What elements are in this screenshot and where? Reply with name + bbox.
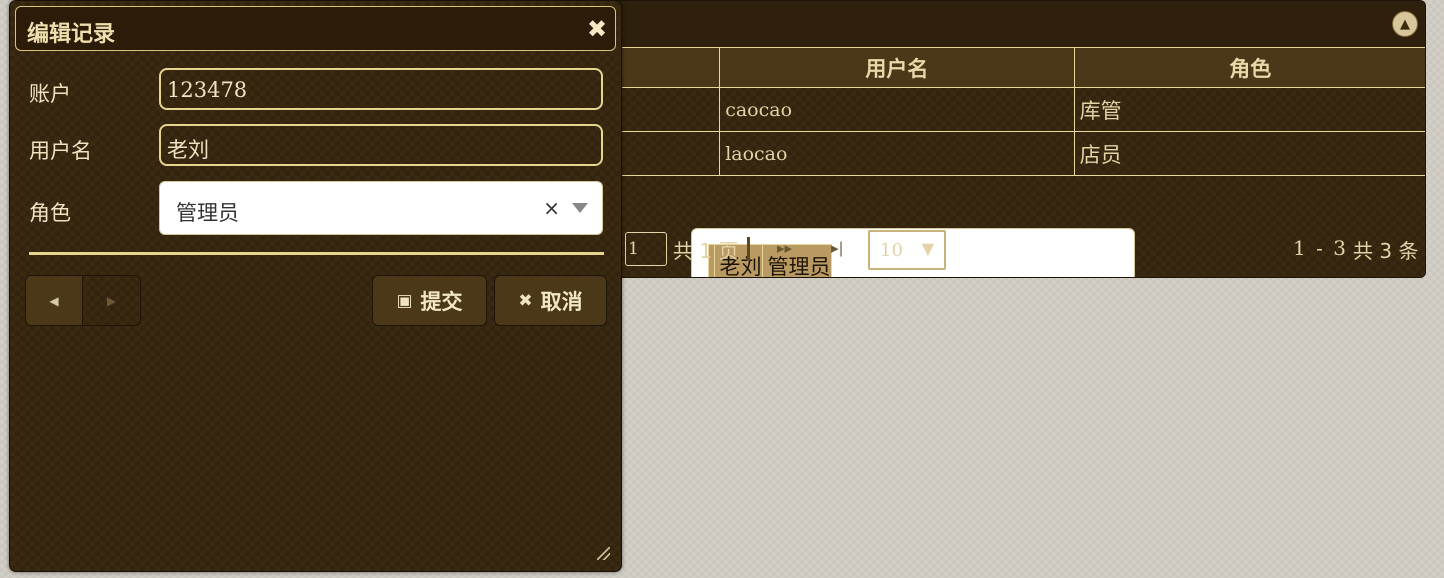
page-size-select[interactable]: 10 ▼ [868, 230, 946, 270]
data-grid: ▲ 用户名 角色 caocao 库管 laocao 店员 老刘 管理员 1 共 … [540, 0, 1426, 278]
submit-label: 提交 [420, 289, 463, 314]
record-range: 1 - 3 [1293, 236, 1348, 260]
submit-button[interactable]: ▣ 提交 [372, 275, 487, 326]
record-nav: ◀ ▶ [25, 275, 141, 326]
close-icon[interactable]: ✖ [583, 15, 611, 43]
column-header-username[interactable]: 用户名 [719, 47, 1075, 88]
username-label: 用户名 [29, 139, 92, 163]
cancel-label: 取消 [540, 289, 583, 314]
collapse-icon[interactable]: ▲ [1392, 11, 1418, 37]
column-header-role[interactable]: 角色 [1073, 47, 1425, 88]
account-field[interactable]: 123478 [159, 68, 603, 110]
page-number-input[interactable]: 1 [625, 232, 667, 266]
record-count: 共 3 条 [1353, 239, 1419, 263]
total-pages-label: 共 1 页 [673, 239, 739, 263]
grid-header-row: 用户名 角色 [541, 47, 1425, 88]
cell-role[interactable]: 店员 [1073, 131, 1425, 176]
table-row[interactable]: caocao 库管 [541, 87, 1425, 132]
last-page-icon[interactable]: ▸| [831, 239, 844, 257]
next-icon[interactable]: ▶ [83, 276, 140, 325]
pager: 1 共 1 页 ▸▸ ▸| 10 ▼ 1 - 3 共 3 条 [541, 223, 1425, 277]
prev-icon[interactable]: ◀ [26, 276, 83, 325]
clear-icon[interactable]: × [543, 196, 560, 220]
table-row[interactable]: laocao 店员 [541, 131, 1425, 176]
grid-table: 用户名 角色 caocao 库管 laocao 店员 老刘 管理员 [541, 47, 1425, 277]
cancel-button[interactable]: ✖ 取消 [494, 275, 607, 326]
role-select[interactable]: 管理员 × [159, 181, 603, 235]
next-page-icon[interactable]: ▸▸ [777, 239, 792, 257]
dialog-titlebar[interactable]: 编辑记录 ✖ [15, 6, 616, 51]
form-divider [29, 252, 604, 255]
cell-username[interactable]: caocao [719, 87, 1075, 132]
save-icon: ▣ [396, 290, 413, 311]
username-field[interactable]: 老刘 [159, 124, 603, 166]
role-select-value: 管理员 [176, 201, 239, 225]
dialog-title: 编辑记录 [27, 22, 116, 47]
role-label: 角色 [29, 201, 71, 225]
page-size-value: 10 [880, 240, 903, 261]
pager-separator [747, 237, 750, 261]
grid-titlebar: ▲ [541, 1, 1425, 47]
cell-username[interactable]: laocao [719, 131, 1075, 176]
dropdown-arrow-icon: ▼ [921, 239, 934, 258]
cell-role[interactable]: 库管 [1073, 87, 1425, 132]
resize-grip-icon[interactable] [597, 547, 610, 560]
cancel-icon: ✖ [518, 290, 533, 311]
dropdown-arrow-icon[interactable] [572, 203, 588, 213]
edit-dialog: 编辑记录 ✖ 账户 123478 用户名 老刘 角色 管理员 × ◀ ▶ ▣ 提… [9, 0, 622, 572]
account-label: 账户 [29, 82, 71, 106]
